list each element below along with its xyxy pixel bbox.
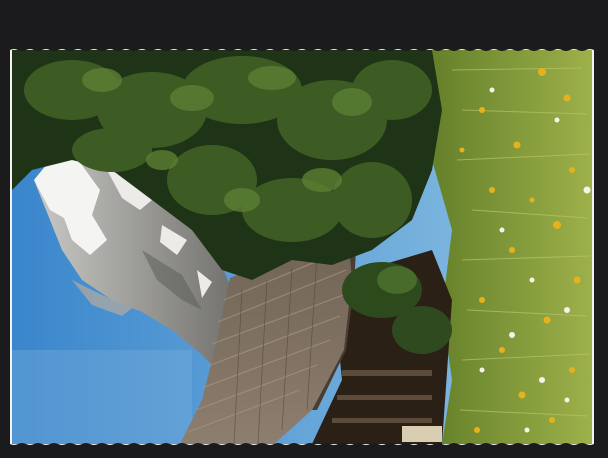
photo-scene [12,50,592,444]
postcard [10,48,594,446]
alpine-scene [12,50,592,444]
wood-plank [402,426,442,442]
